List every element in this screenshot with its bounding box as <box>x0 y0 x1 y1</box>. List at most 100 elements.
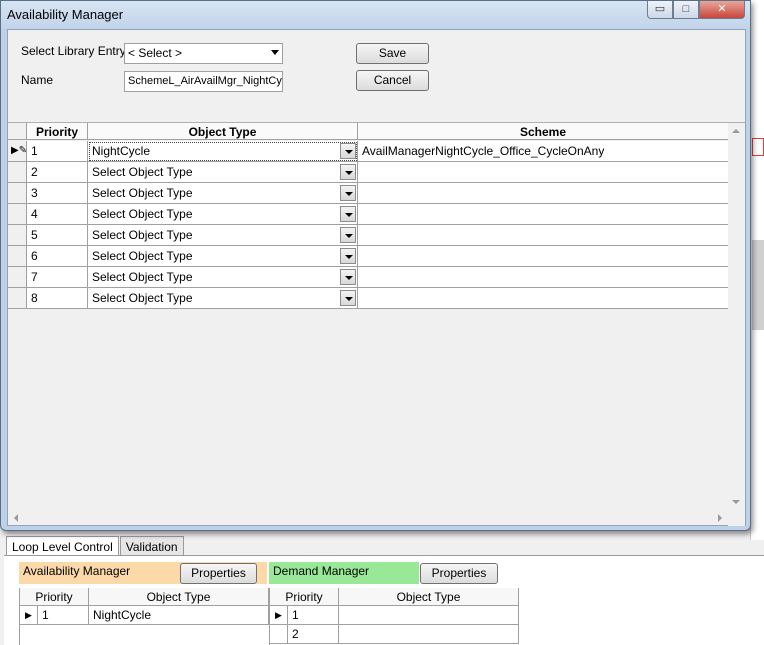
object-type-dropdown[interactable]: Select Object Type <box>88 183 358 204</box>
row-scheme[interactable] <box>358 183 729 204</box>
row-priority: 4 <box>27 204 88 225</box>
row-priority: 2 <box>27 162 88 183</box>
row-selector <box>8 225 27 246</box>
column-header-object-type[interactable]: Object Type <box>88 123 358 140</box>
title-bar[interactable]: Availability Manager ▭ □ ✕ <box>1 1 750 29</box>
name-input[interactable]: SchemeL_AirAvailMgr_NightCyc <box>124 71 283 92</box>
name-label: Name <box>21 73 54 87</box>
table-row[interactable]: ▶✎ 1 NightCycle AvailManagerNightCycle_O… <box>8 141 729 162</box>
table-row[interactable]: 7 Select Object Type <box>8 267 729 288</box>
chevron-down-icon[interactable] <box>340 248 356 264</box>
table-row[interactable]: 5 Select Object Type <box>8 225 729 246</box>
row-priority: 6 <box>27 246 88 267</box>
row-priority: 1 <box>27 141 88 162</box>
row-selector <box>8 204 27 225</box>
object-type-value: Select Object Type <box>92 270 193 284</box>
object-type-dropdown[interactable]: Select Object Type <box>88 162 358 183</box>
object-type-dropdown[interactable]: NightCycle <box>88 141 358 162</box>
row-selector <box>8 267 27 288</box>
availability-mini-grid: Priority Object Type ▶ 1 NightCycle <box>19 588 269 645</box>
scroll-up-icon[interactable] <box>732 129 740 133</box>
object-type-value: Select Object Type <box>92 249 193 263</box>
chevron-down-icon[interactable] <box>340 269 356 285</box>
row-scheme[interactable]: AvailManagerNightCycle_Office_CycleOnAny <box>358 141 729 162</box>
table-row[interactable]: ▶ 1 NightCycle <box>20 606 269 625</box>
chevron-down-icon[interactable] <box>340 227 356 243</box>
row-object-type <box>339 625 519 643</box>
object-type-dropdown[interactable]: Select Object Type <box>88 246 358 267</box>
close-icon[interactable]: ✕ <box>699 1 745 19</box>
table-row[interactable]: 8 Select Object Type <box>8 288 729 309</box>
chevron-down-icon[interactable] <box>340 290 356 306</box>
column-header-scheme[interactable]: Scheme <box>358 123 729 140</box>
row-priority: 8 <box>27 288 88 309</box>
row-selector <box>8 246 27 267</box>
table-row[interactable]: 2 Select Object Type <box>8 162 729 183</box>
select-library-value: < Select > <box>128 46 183 60</box>
row-selector <box>8 183 27 204</box>
scroll-down-icon[interactable] <box>732 500 740 504</box>
maximize-icon[interactable]: □ <box>673 1 699 19</box>
chevron-down-icon[interactable] <box>340 143 356 159</box>
object-type-value: Select Object Type <box>92 186 193 200</box>
table-row[interactable]: 2 <box>270 625 519 644</box>
demand-mini-grid: Priority Object Type ▶ 1 2 <box>269 588 519 645</box>
chevron-down-icon[interactable] <box>340 164 356 180</box>
row-scheme[interactable] <box>358 246 729 267</box>
object-type-value: Select Object Type <box>92 228 193 242</box>
dialog-title: Availability Manager <box>7 7 124 22</box>
row-priority: 3 <box>27 183 88 204</box>
mini-grid-header: Priority Object Type <box>270 588 519 606</box>
tab-loop-level-control[interactable]: Loop Level Control <box>6 536 119 557</box>
demand-panel-title: Demand Manager <box>269 562 419 584</box>
mini-grid-header: Priority Object Type <box>20 588 269 606</box>
object-type-value: Select Object Type <box>92 291 193 305</box>
object-type-dropdown[interactable]: Select Object Type <box>88 204 358 225</box>
object-type-dropdown[interactable]: Select Object Type <box>88 288 358 309</box>
row-selector <box>8 162 27 183</box>
column-header-priority[interactable]: Priority <box>27 123 88 140</box>
column-header-object-type: Object Type <box>89 588 269 605</box>
demand-properties-button[interactable]: Properties <box>420 563 498 584</box>
object-type-dropdown[interactable]: Select Object Type <box>88 267 358 288</box>
minimize-icon[interactable]: ▭ <box>647 1 673 19</box>
table-row[interactable]: 4 Select Object Type <box>8 204 729 225</box>
column-header-priority: Priority <box>20 588 89 605</box>
chevron-down-icon[interactable] <box>340 185 356 201</box>
window-controls: ▭ □ ✕ <box>647 1 745 19</box>
scroll-right-icon[interactable] <box>718 514 722 522</box>
column-header-object-type: Object Type <box>339 588 519 605</box>
availability-grid: Priority Object Type Scheme ▶✎ 1 NightCy… <box>8 122 745 526</box>
table-row[interactable]: 3 Select Object Type <box>8 183 729 204</box>
object-type-value: NightCycle <box>92 144 151 158</box>
tab-validation[interactable]: Validation <box>119 536 184 556</box>
row-object-type <box>339 606 519 624</box>
cancel-button[interactable]: Cancel <box>356 70 429 91</box>
object-type-dropdown[interactable]: Select Object Type <box>88 225 358 246</box>
row-selector-arrow-icon: ▶ <box>270 606 288 624</box>
table-row[interactable]: ▶ 1 <box>270 606 519 625</box>
vertical-scrollbar[interactable] <box>728 123 745 526</box>
column-header-priority: Priority <box>270 588 339 605</box>
scroll-left-icon[interactable] <box>14 514 18 522</box>
row-priority: 5 <box>27 225 88 246</box>
chevron-down-icon[interactable] <box>340 206 356 222</box>
row-selector-arrow-icon: ▶ <box>20 606 38 624</box>
table-row[interactable]: 6 Select Object Type <box>8 246 729 267</box>
save-button[interactable]: Save <box>356 43 429 64</box>
row-object-type: NightCycle <box>89 606 269 624</box>
row-scheme[interactable] <box>358 267 729 288</box>
row-scheme[interactable] <box>358 225 729 246</box>
row-scheme[interactable] <box>358 162 729 183</box>
select-library-dropdown[interactable]: < Select > <box>124 43 283 64</box>
row-scheme[interactable] <box>358 204 729 225</box>
row-scheme[interactable] <box>358 288 729 309</box>
row-priority: 2 <box>288 625 339 643</box>
availability-manager-dialog: Availability Manager ▭ □ ✕ Select Librar… <box>0 0 751 531</box>
row-selector <box>270 625 288 643</box>
row-priority: 1 <box>38 606 89 624</box>
object-type-value: Select Object Type <box>92 207 193 221</box>
row-priority: 1 <box>288 606 339 624</box>
availability-properties-button[interactable]: Properties <box>180 563 257 584</box>
select-library-label: Select Library Entry <box>21 44 126 58</box>
